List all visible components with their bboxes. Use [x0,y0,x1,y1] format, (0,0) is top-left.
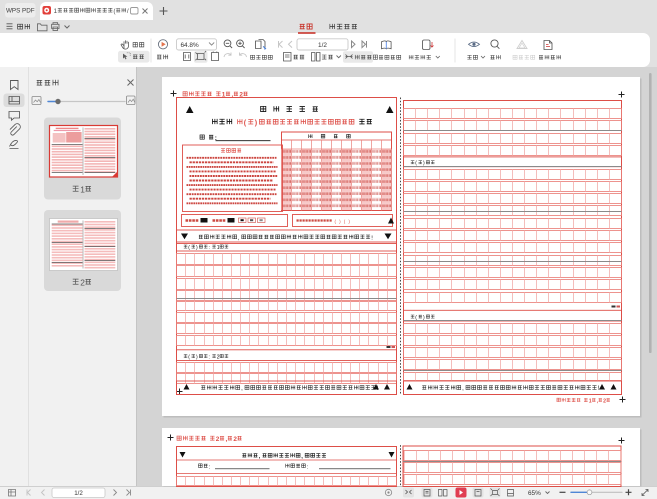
svg-text:65%: 65% [528,490,541,497]
svg-text:1: 1 [54,8,58,15]
svg-text::: : [209,354,210,360]
svg-text:1/2: 1/2 [74,490,83,497]
svg-text:2: 2 [217,354,220,360]
svg-text:2: 2 [216,436,220,443]
svg-text:2: 2 [603,398,606,404]
svg-text::: : [209,245,210,251]
svg-text:64.8%: 64.8% [181,42,199,49]
svg-text:1: 1 [589,398,592,404]
svg-text:2: 2 [80,278,85,288]
svg-text:2: 2 [233,436,237,443]
svg-text:1: 1 [80,185,85,195]
svg-text:WPS PDF: WPS PDF [6,8,35,15]
svg-text:1/2: 1/2 [318,42,327,49]
svg-text:/: / [127,8,129,15]
svg-text:,: , [226,436,228,443]
svg-text:1: 1 [217,245,220,251]
